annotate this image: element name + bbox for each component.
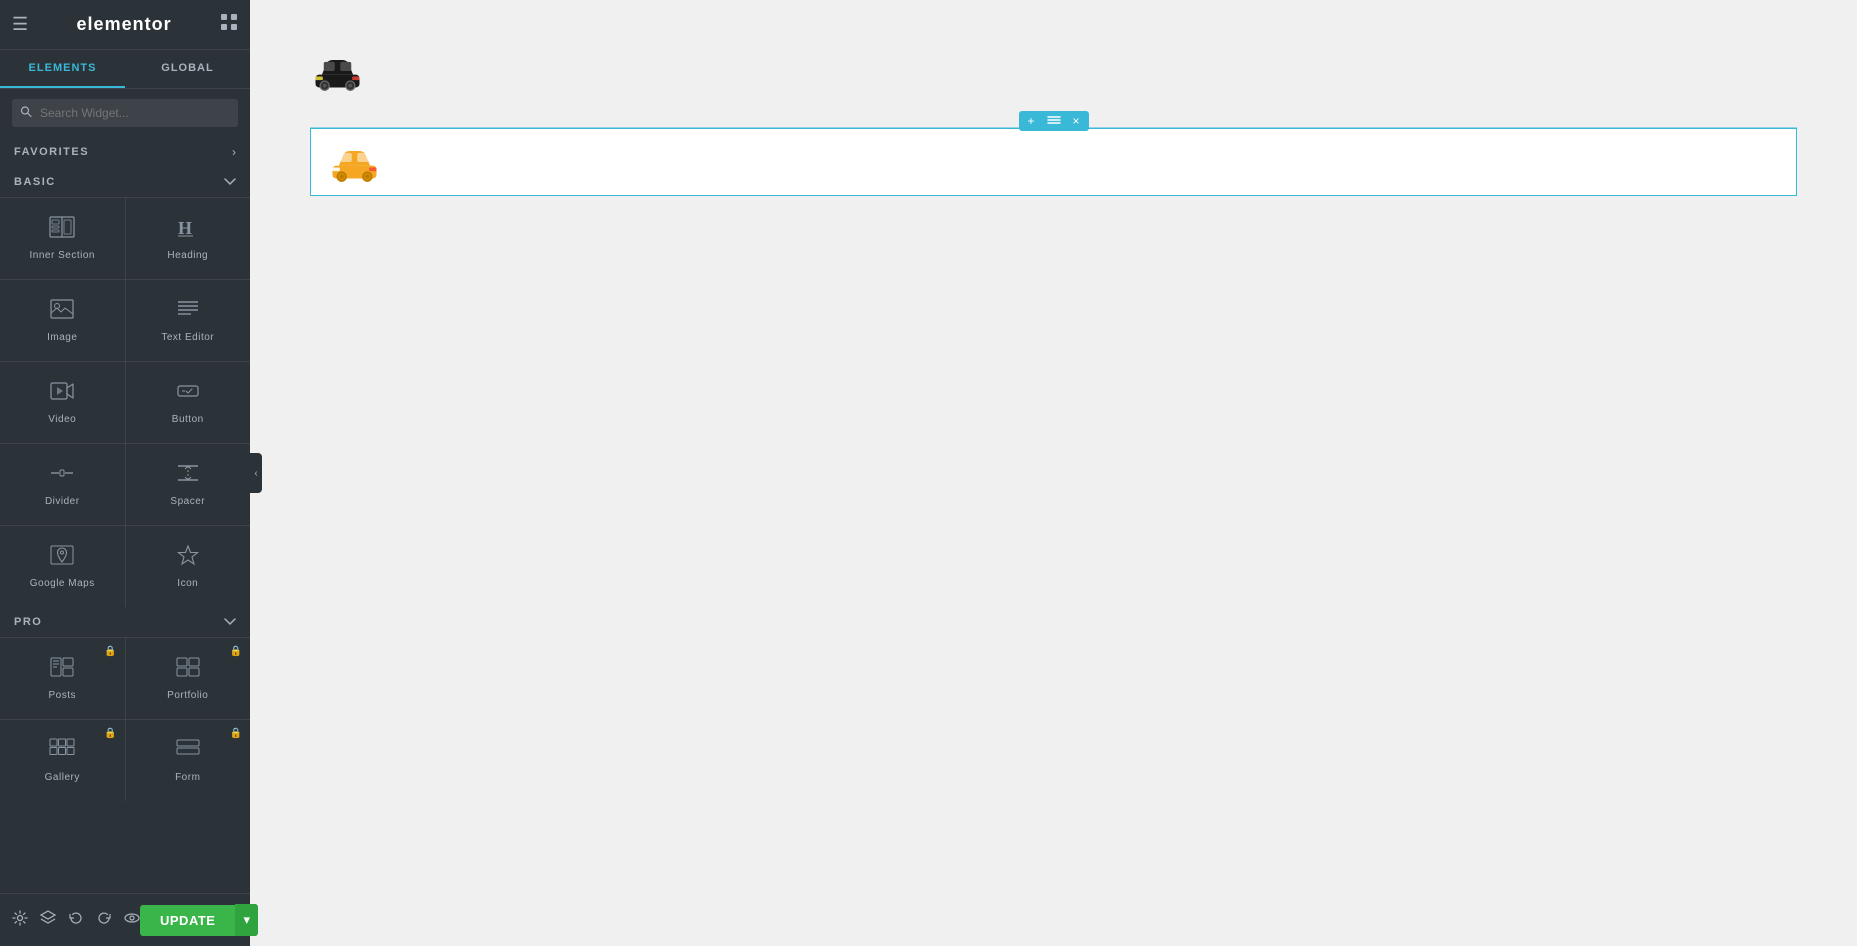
image-icon <box>49 298 75 324</box>
grid-icon[interactable] <box>220 13 238 36</box>
black-car-section[interactable] <box>310 40 1797 107</box>
spacer-icon <box>175 462 201 488</box>
text-editor-label: Text Editor <box>161 332 214 343</box>
search-icon <box>20 106 32 121</box>
sidebar-collapse-handle[interactable]: ‹ <box>250 453 262 493</box>
element-text-editor[interactable]: Text Editor <box>126 280 251 361</box>
heading-label: Heading <box>167 250 208 261</box>
button-label: Button <box>172 414 204 425</box>
basic-section-header[interactable]: BASIC <box>0 167 250 197</box>
toolbar-add-button[interactable]: + <box>1024 113 1037 129</box>
basic-elements-grid: Inner Section H Heading Image <box>0 197 250 607</box>
element-divider[interactable]: Divider <box>0 444 125 525</box>
canvas-area: + × <box>250 0 1857 946</box>
favorites-label: FAVORITES <box>14 146 89 158</box>
element-icon[interactable]: Icon <box>126 526 251 607</box>
gallery-lock-icon: 🔒 <box>104 728 116 739</box>
redo-icon[interactable] <box>96 910 112 931</box>
posts-icon <box>49 656 75 682</box>
basic-label: BASIC <box>14 176 56 188</box>
heading-icon: H <box>175 216 201 242</box>
pro-section-header[interactable]: PRO <box>0 607 250 637</box>
form-icon <box>175 738 201 764</box>
black-car-icon <box>310 50 365 92</box>
form-label: Form <box>175 772 200 783</box>
form-lock-icon: 🔒 <box>230 728 242 739</box>
inner-section-label: Inner Section <box>30 250 95 261</box>
divider-icon <box>49 462 75 488</box>
inner-section-icon <box>49 216 75 242</box>
update-button-wrap: UPDATE ▾ <box>140 904 258 936</box>
icon-label: Icon <box>177 578 198 589</box>
google-maps-icon <box>49 544 75 570</box>
history-icon[interactable] <box>68 910 84 931</box>
element-image[interactable]: Image <box>0 280 125 361</box>
video-icon <box>49 380 75 406</box>
update-button[interactable]: UPDATE <box>140 905 235 936</box>
gallery-icon <box>49 738 75 764</box>
sidebar: ☰ elementor ELEMENTS GLOBAL <box>0 0 250 946</box>
pro-label: PRO <box>14 616 42 628</box>
sidebar-footer: UPDATE ▾ <box>0 893 250 946</box>
update-arrow-button[interactable]: ▾ <box>235 904 258 936</box>
toolbar-move-handle[interactable] <box>1044 113 1064 129</box>
button-icon <box>175 380 201 406</box>
posts-label: Posts <box>48 690 76 701</box>
search-input[interactable] <box>12 99 238 127</box>
video-label: Video <box>48 414 76 425</box>
portfolio-label: Portfolio <box>167 690 208 701</box>
section-toolbar: + × <box>1018 111 1088 131</box>
google-maps-label: Google Maps <box>30 578 95 589</box>
selected-section[interactable]: + × <box>310 128 1797 196</box>
text-editor-icon <box>175 298 201 324</box>
icon-widget-icon <box>175 544 201 570</box>
element-gallery[interactable]: 🔒 Gallery <box>0 720 125 801</box>
element-video[interactable]: Video <box>0 362 125 443</box>
pro-arrow <box>224 615 236 629</box>
orange-car-icon <box>327 141 382 183</box>
gallery-label: Gallery <box>45 772 80 783</box>
selected-section-inner <box>311 129 1796 195</box>
favorites-section-header[interactable]: FAVORITES › <box>0 137 250 167</box>
element-form[interactable]: 🔒 Form <box>126 720 251 801</box>
toolbar-close-button[interactable]: × <box>1070 113 1083 129</box>
sidebar-header: ☰ elementor <box>0 0 250 50</box>
eye-icon[interactable] <box>124 910 140 931</box>
hamburger-icon[interactable]: ☰ <box>12 14 28 35</box>
posts-lock-icon: 🔒 <box>104 646 116 657</box>
element-posts[interactable]: 🔒 Posts <box>0 638 125 719</box>
tab-elements[interactable]: ELEMENTS <box>0 50 125 88</box>
tab-global[interactable]: GLOBAL <box>125 50 250 88</box>
sidebar-tabs: ELEMENTS GLOBAL <box>0 50 250 89</box>
settings-icon[interactable] <box>12 910 28 931</box>
element-heading[interactable]: H Heading <box>126 198 251 279</box>
element-button[interactable]: Button <box>126 362 251 443</box>
element-portfolio[interactable]: 🔒 Portfolio <box>126 638 251 719</box>
image-label: Image <box>47 332 77 343</box>
portfolio-icon <box>175 656 201 682</box>
sidebar-search-area <box>0 89 250 137</box>
element-google-maps[interactable]: Google Maps <box>0 526 125 607</box>
favorites-arrow: › <box>232 145 236 159</box>
spacer-label: Spacer <box>170 496 205 507</box>
elementor-logo: elementor <box>77 14 172 35</box>
pro-elements-grid: 🔒 Posts 🔒 <box>0 637 250 801</box>
footer-icons-group <box>12 910 140 931</box>
svg-text:H: H <box>178 218 192 238</box>
canvas-inner: + × <box>250 0 1857 946</box>
divider-label: Divider <box>45 496 80 507</box>
element-spacer[interactable]: Spacer <box>126 444 251 525</box>
collapse-arrow-icon: ‹ <box>254 468 257 479</box>
basic-arrow <box>224 175 236 189</box>
portfolio-lock-icon: 🔒 <box>230 646 242 657</box>
layers-icon[interactable] <box>40 910 56 931</box>
element-inner-section[interactable]: Inner Section <box>0 198 125 279</box>
